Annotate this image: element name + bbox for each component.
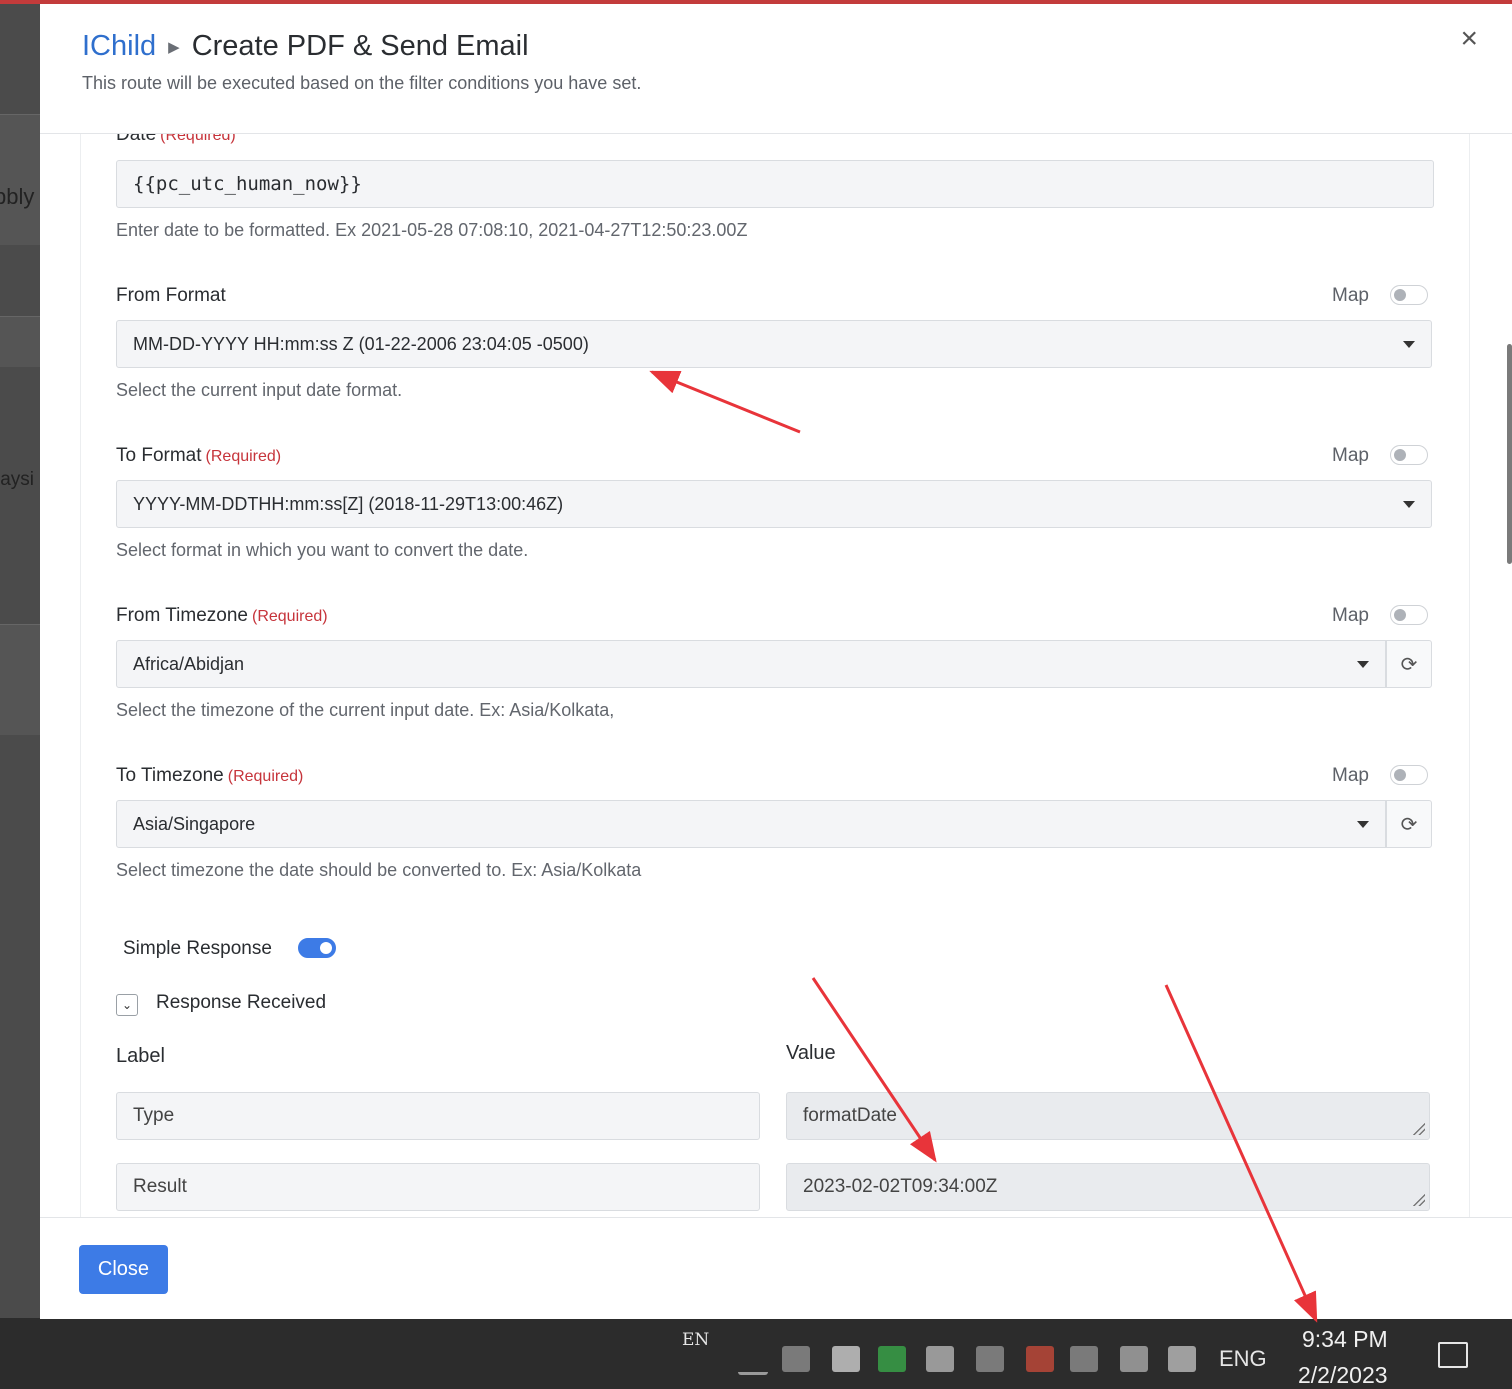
tray-app-icon[interactable] <box>1168 1346 1196 1372</box>
tray-app-icon[interactable] <box>832 1346 860 1372</box>
response-label-cell: Type <box>116 1092 760 1140</box>
to-timezone-map-toggle[interactable] <box>1390 765 1428 785</box>
to-timezone-hint: Select timezone the date should be conve… <box>116 860 642 880</box>
to-timezone-value: Asia/Singapore <box>133 813 256 834</box>
from-timezone-map-label: Map <box>1332 605 1369 626</box>
response-received-title: Response Received <box>156 992 327 1013</box>
from-format-map-label: Map <box>1332 285 1369 306</box>
chevron-down-icon[interactable]: ⌄ <box>116 994 138 1016</box>
input-indicator[interactable]: EN <box>682 1330 709 1350</box>
tray-app-icon[interactable] <box>1070 1346 1098 1372</box>
dropdown-arrow-icon <box>1403 501 1415 508</box>
date-label: Date (Required) <box>116 134 236 145</box>
tray-app-icon[interactable] <box>926 1346 954 1372</box>
from-format-label: From Format <box>116 285 226 306</box>
chevron-up-icon[interactable] <box>738 1346 768 1375</box>
tray-wechat-icon[interactable] <box>878 1346 906 1372</box>
from-timezone-value: Africa/Abidjan <box>133 653 245 674</box>
background-app: bbly laysi <box>0 4 40 1318</box>
to-format-value: YYYY-MM-DDTHH:mm:ss[Z] (2018-11-29T13:00… <box>133 493 564 514</box>
response-label-cell: Result <box>116 1163 760 1211</box>
from-format-map-toggle[interactable] <box>1390 285 1428 305</box>
response-value-cell: formatDate <box>786 1092 1430 1140</box>
to-format-map-toggle[interactable] <box>1390 445 1428 465</box>
clock-date[interactable]: 2/2/2023 <box>1298 1362 1388 1389</box>
form-container: Date (Required) {{pc_utc_human_now}} Ente… <box>80 134 1470 1217</box>
route-modal: IChild ▶ Create PDF & Send Email This ro… <box>40 4 1512 1319</box>
from-timezone-label: From Timezone (Required) <box>116 605 328 626</box>
modal-footer: Close <box>40 1217 1512 1319</box>
tray-app-icon[interactable] <box>1120 1346 1148 1372</box>
simple-response-label: Simple Response <box>123 938 272 959</box>
taskbar: EN ENG 9:34 PM 2/2/2023 <box>0 1318 1512 1389</box>
to-timezone-select[interactable]: Asia/Singapore <box>116 800 1386 848</box>
from-format-value: MM-DD-YYYY HH:mm:ss Z (01-22-2006 23:04:… <box>133 333 589 354</box>
dropdown-arrow-icon <box>1403 341 1415 348</box>
tray-app-icon[interactable] <box>782 1346 810 1372</box>
to-timezone-map-label: Map <box>1332 765 1369 786</box>
page-title: Create PDF & Send Email <box>191 30 529 62</box>
tray-app-icon[interactable] <box>976 1346 1004 1372</box>
from-format-select[interactable]: MM-DD-YYYY HH:mm:ss Z (01-22-2006 23:04:… <box>116 320 1432 368</box>
response-value-cell: 2023-02-02T09:34:00Z <box>786 1163 1430 1211</box>
breadcrumb: IChild ▶ Create PDF & Send Email <box>82 30 529 63</box>
to-format-map-label: Map <box>1332 445 1369 466</box>
to-format-hint: Select format in which you want to conve… <box>116 540 529 560</box>
clock-time[interactable]: 9:34 PM <box>1302 1326 1388 1353</box>
value-column-header: Value <box>786 1042 836 1064</box>
refresh-icon[interactable]: ⟳ <box>1386 800 1432 848</box>
from-timezone-map-toggle[interactable] <box>1390 605 1428 625</box>
modal-header: IChild ▶ Create PDF & Send Email This ro… <box>40 4 1512 134</box>
date-hint: Enter date to be formatted. Ex 2021-05-2… <box>116 220 748 240</box>
language-indicator[interactable]: ENG <box>1219 1346 1267 1372</box>
scrollbar[interactable] <box>1507 344 1512 564</box>
date-input[interactable]: {{pc_utc_human_now}} <box>116 160 1434 208</box>
tray-app-icon[interactable] <box>1026 1346 1054 1372</box>
background-text: laysi <box>0 469 35 490</box>
from-timezone-hint: Select the timezone of the current input… <box>116 700 615 720</box>
close-icon[interactable]: × <box>1460 22 1478 56</box>
from-format-hint: Select the current input date format. <box>116 380 403 400</box>
simple-response-toggle[interactable] <box>298 938 336 958</box>
to-format-select[interactable]: YYYY-MM-DDTHH:mm:ss[Z] (2018-11-29T13:00… <box>116 480 1432 528</box>
to-format-label: To Format (Required) <box>116 445 282 466</box>
breadcrumb-app-link[interactable]: IChild <box>82 30 156 63</box>
notification-icon[interactable] <box>1438 1342 1468 1368</box>
dropdown-arrow-icon <box>1357 821 1369 828</box>
dropdown-arrow-icon <box>1357 661 1369 668</box>
page-subtitle: This route will be executed based on the… <box>82 73 642 93</box>
label-column-header: Label <box>116 1045 165 1067</box>
caret-right-icon: ▶ <box>168 38 180 56</box>
modal-body[interactable]: Date (Required) {{pc_utc_human_now}} Ente… <box>40 134 1512 1217</box>
to-timezone-label: To Timezone (Required) <box>116 765 304 786</box>
close-button[interactable]: Close <box>79 1245 168 1294</box>
refresh-icon[interactable]: ⟳ <box>1386 640 1432 688</box>
background-text: bbly <box>0 184 35 209</box>
from-timezone-select[interactable]: Africa/Abidjan <box>116 640 1386 688</box>
